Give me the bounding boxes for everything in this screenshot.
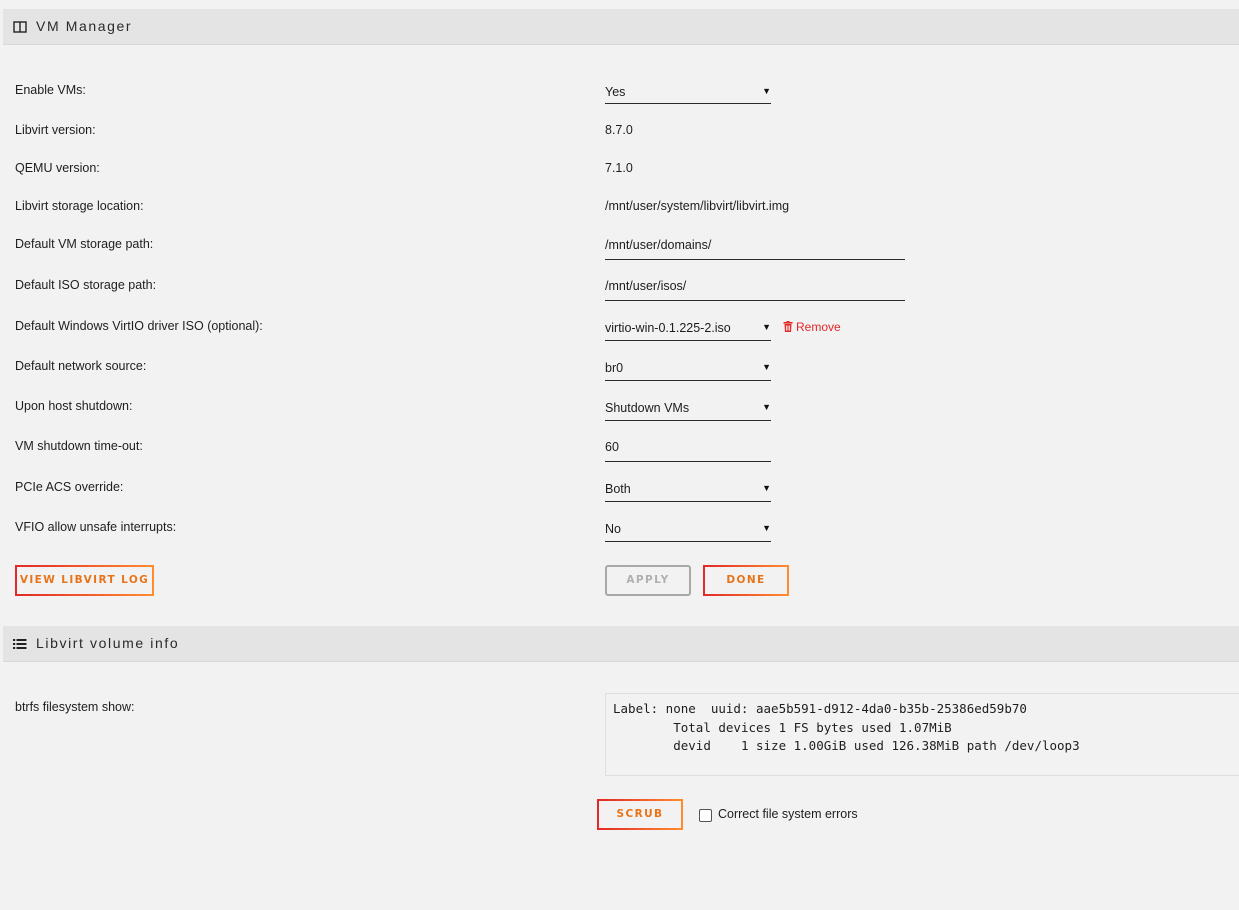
- libvirt-storage-location-label: Libvirt storage location:: [15, 199, 144, 213]
- btrfs-output: Label: none uuid: aae5b591-d912-4da0-b35…: [605, 693, 1239, 776]
- view-libvirt-log-button[interactable]: VIEW LIBVIRT LOG: [15, 565, 154, 596]
- window-icon: [13, 20, 27, 34]
- section-title: Libvirt volume info: [36, 635, 180, 651]
- default-vm-storage-path-input[interactable]: /mnt/user/domains/: [605, 235, 905, 260]
- caret-down-icon: ▼: [762, 523, 771, 533]
- enable-vms-select[interactable]: Yes ▼: [605, 82, 771, 104]
- qemu-version-value: 7.1.0: [605, 161, 633, 175]
- libvirt-version-value: 8.7.0: [605, 123, 633, 137]
- libvirt-storage-location-value: /mnt/user/system/libvirt/libvirt.img: [605, 199, 790, 213]
- vm-manager-header: VM Manager: [3, 9, 1239, 45]
- host-shutdown-select[interactable]: Shutdown VMs ▼: [605, 398, 771, 421]
- network-source-label: Default network source:: [15, 359, 147, 373]
- default-vm-storage-path-label: Default VM storage path:: [15, 237, 154, 251]
- apply-button[interactable]: APPLY: [605, 565, 691, 596]
- virtio-iso-value: virtio-win-0.1.225-2.iso: [605, 321, 731, 335]
- libvirt-version-label: Libvirt version:: [15, 123, 96, 137]
- caret-down-icon: ▼: [762, 86, 771, 96]
- btrfs-filesystem-show-label: btrfs filesystem show:: [15, 700, 135, 714]
- done-button[interactable]: DONE: [703, 565, 789, 596]
- pcie-acs-value: Both: [605, 482, 631, 496]
- remove-label: Remove: [796, 320, 841, 334]
- host-shutdown-label: Upon host shutdown:: [15, 399, 133, 413]
- correct-errors-label: Correct file system errors: [718, 807, 858, 821]
- pcie-acs-select[interactable]: Both ▼: [605, 479, 771, 502]
- caret-down-icon: ▼: [762, 483, 771, 493]
- network-source-select[interactable]: br0 ▼: [605, 358, 771, 381]
- default-iso-storage-path-input[interactable]: /mnt/user/isos/: [605, 276, 905, 301]
- vfio-unsafe-label: VFIO allow unsafe interrupts:: [15, 520, 177, 534]
- shutdown-timeout-input[interactable]: 60: [605, 437, 771, 462]
- vfio-unsafe-value: No: [605, 522, 621, 536]
- correct-errors-checkbox[interactable]: [699, 809, 712, 822]
- virtio-iso-select[interactable]: virtio-win-0.1.225-2.iso ▼: [605, 318, 771, 341]
- section-title: VM Manager: [36, 18, 133, 34]
- enable-vms-value: Yes: [605, 85, 626, 99]
- caret-down-icon: ▼: [762, 362, 771, 372]
- caret-down-icon: ▼: [762, 402, 771, 412]
- vfio-unsafe-select[interactable]: No ▼: [605, 519, 771, 542]
- list-icon: [13, 637, 27, 651]
- remove-virtio-iso-link[interactable]: Remove: [783, 320, 841, 334]
- enable-vms-label: Enable VMs:: [15, 83, 86, 97]
- volume-info-header: Libvirt volume info: [3, 626, 1239, 662]
- network-source-value: br0: [605, 361, 624, 375]
- pcie-acs-label: PCIe ACS override:: [15, 480, 124, 494]
- trash-icon: [783, 321, 793, 332]
- scrub-button[interactable]: SCRUB: [597, 799, 683, 830]
- default-iso-storage-path-label: Default ISO storage path:: [15, 278, 157, 292]
- caret-down-icon: ▼: [762, 322, 771, 332]
- host-shutdown-value: Shutdown VMs: [605, 401, 690, 415]
- shutdown-timeout-label: VM shutdown time-out:: [15, 439, 143, 453]
- virtio-iso-label: Default Windows VirtIO driver ISO (optio…: [15, 319, 263, 333]
- qemu-version-label: QEMU version:: [15, 161, 100, 175]
